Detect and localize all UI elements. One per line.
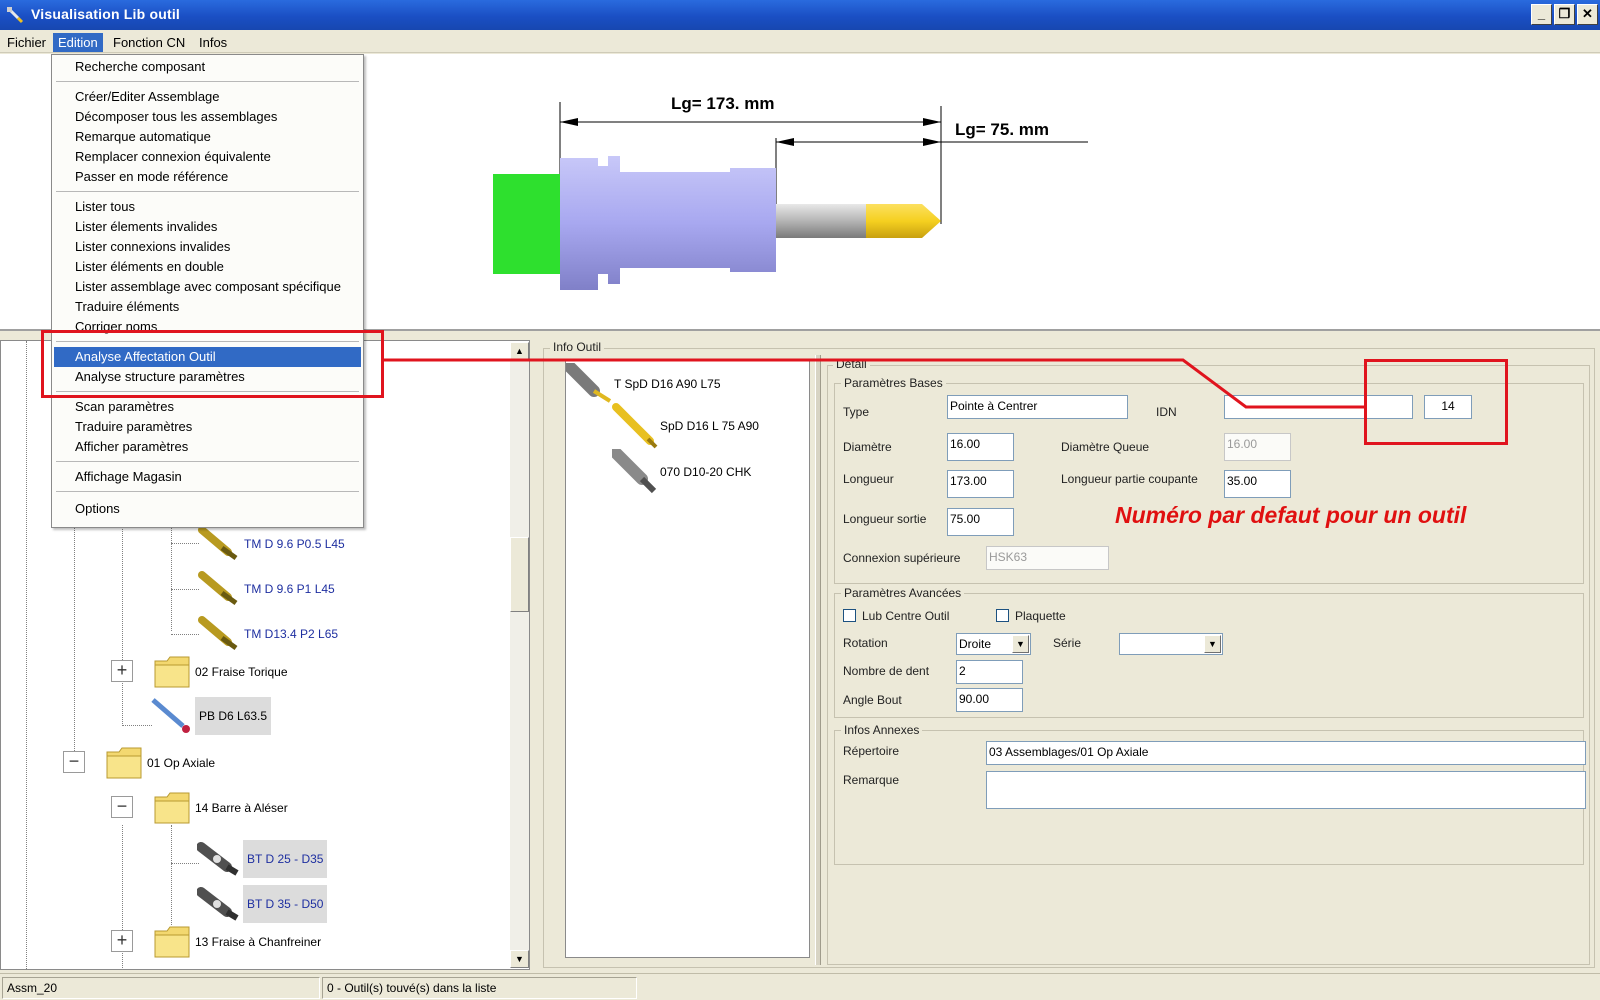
- annotation-connector: [384, 358, 1364, 409]
- status-assembly: Assm_20: [2, 977, 320, 999]
- status-message: 0 - Outil(s) touvé(s) dans la liste: [322, 977, 637, 999]
- status-bar: Assm_20 0 - Outil(s) touvé(s) dans la li…: [0, 973, 1600, 1000]
